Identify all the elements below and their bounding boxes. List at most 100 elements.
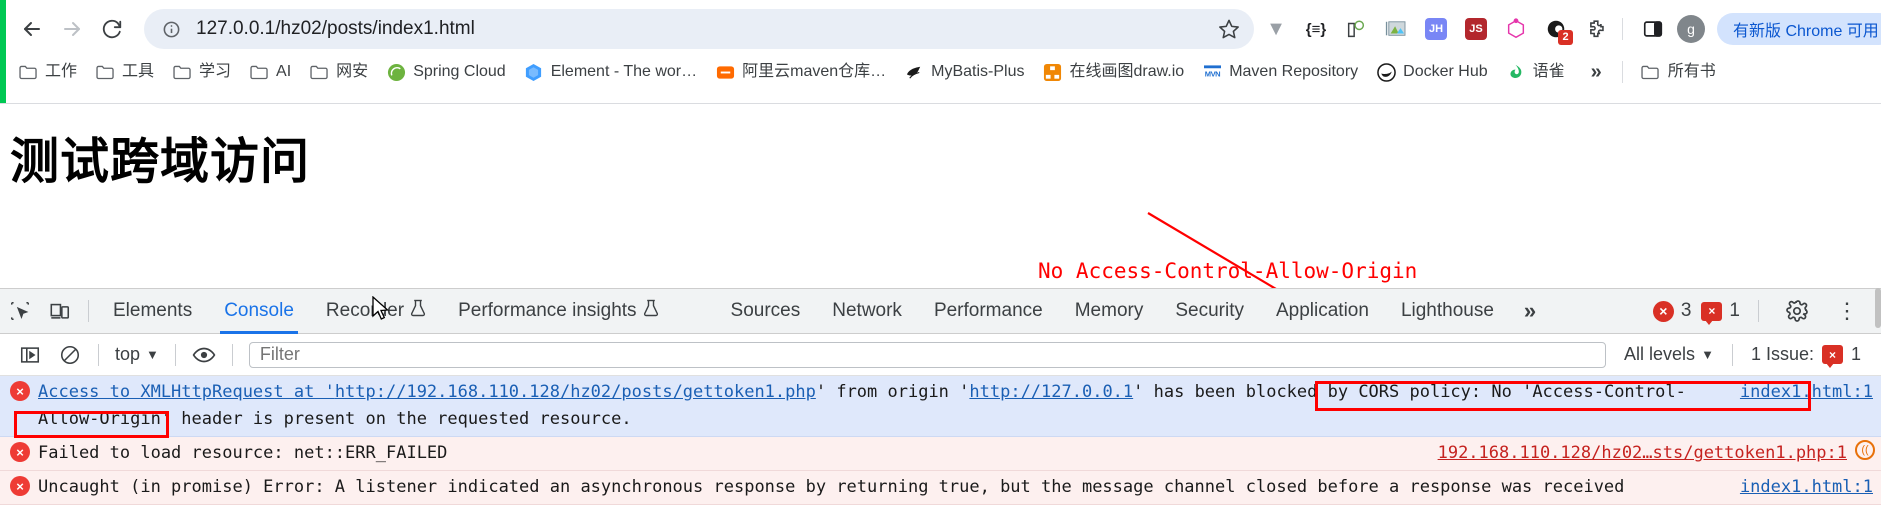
error-count-badge[interactable]: × 3 [1652, 300, 1691, 322]
console-message-row[interactable]: × Access to XMLHttpRequest at 'http://19… [0, 376, 1881, 437]
avatar[interactable]: g [1677, 15, 1705, 43]
json-viewer-icon[interactable]: {≡} [1298, 9, 1334, 49]
address-bar[interactable]: 127.0.0.1/hz02/posts/index1.html [144, 9, 1254, 49]
devtools-scrollbar[interactable] [1875, 288, 1881, 328]
tab-elements[interactable]: Elements [97, 289, 208, 334]
toolbar-divider [231, 343, 233, 366]
bookmark-item-element[interactable]: Element - The wor… [516, 57, 705, 87]
bookmark-label: 工作 [45, 63, 78, 80]
warning-count-badge[interactable]: × 1 [1701, 300, 1740, 325]
error-circle-icon: × [1652, 300, 1674, 322]
tab-label: Performance insights [458, 300, 637, 321]
tab-performance-insights[interactable]: Performance insights [442, 289, 674, 334]
toolbar-divider [1731, 343, 1733, 366]
forward-button[interactable] [52, 9, 92, 49]
request-url-link[interactable]: http://192.168.110.128/hz02/posts/gettok… [335, 382, 816, 402]
reload-button[interactable] [92, 9, 132, 49]
message-source-link[interactable]: index1.html:1 [1740, 474, 1881, 501]
bookmark-label: 学习 [199, 63, 232, 80]
bookmark-label: Maven Repository [1229, 63, 1359, 80]
bookmark-label: 阿里云maven仓库… [742, 63, 887, 80]
all-bookmarks-button[interactable]: 所有书 [1633, 57, 1724, 87]
search-input[interactable] [248, 341, 1607, 368]
page-viewport: 测试跨域访问 No Access-Control-Allow-Origin [0, 103, 1881, 288]
folder-icon [172, 62, 192, 82]
gear-icon[interactable] [1777, 291, 1817, 331]
tab-label: Memory [1074, 300, 1144, 321]
bookmarks-bar: 工作 工具 学习 AI 网安 Spring Cloud Element - Th… [0, 52, 1881, 92]
console-message-row[interactable]: × Uncaught (in promise) Error: A listene… [0, 471, 1881, 505]
bookmark-item-tools[interactable]: 工具 [87, 57, 162, 87]
three-dot-menu-icon[interactable]: ⋮ [1827, 291, 1867, 331]
tab-memory[interactable]: Memory [1059, 289, 1160, 334]
chrome-update-chip[interactable]: 有新版 Chrome 可用 [1717, 13, 1881, 45]
origin-url-link[interactable]: http://127.0.0.1 [969, 382, 1133, 402]
graphql-extension-icon[interactable] [1498, 9, 1534, 49]
inspect-element-icon[interactable] [0, 291, 40, 331]
tab-performance[interactable]: Performance [918, 289, 1059, 334]
tab-label: Application [1275, 300, 1369, 321]
console-message-text: Uncaught (in promise) Error: A listener … [38, 477, 1625, 497]
console-sidebar-icon[interactable] [10, 335, 50, 375]
folder-icon [95, 62, 115, 82]
bookmark-item-maven-repository[interactable]: MVN Maven Repository [1194, 57, 1366, 87]
bookmark-item-ai[interactable]: AI [241, 57, 299, 87]
wappalyzer-icon[interactable] [1338, 9, 1374, 49]
js-extension-icon[interactable]: JS [1458, 9, 1494, 49]
tab-lighthouse[interactable]: Lighthouse [1385, 289, 1510, 334]
message-source-link[interactable]: index1.html:1 [1740, 379, 1881, 433]
browser-toolbar: 127.0.0.1/hz02/posts/index1.html ▼ {≡} J… [0, 0, 1881, 58]
tab-application[interactable]: Application [1260, 289, 1385, 334]
bookmark-item-aliyun-maven[interactable]: 阿里云maven仓库… [707, 57, 894, 87]
bookmark-item-spring-cloud[interactable]: Spring Cloud [378, 57, 514, 87]
bookmark-item-work[interactable]: 工作 [10, 57, 85, 87]
clear-console-icon[interactable] [50, 335, 90, 375]
issues-indicator[interactable]: 1 Issue: × 1 [1741, 344, 1871, 368]
mouse-cursor [372, 296, 390, 320]
back-button[interactable] [12, 9, 52, 49]
bookmark-label: AI [276, 63, 292, 80]
more-tabs-button[interactable]: » [1510, 298, 1550, 324]
device-toolbar-icon[interactable] [40, 291, 80, 331]
bookmark-item-yuque[interactable]: 语雀 [1498, 57, 1573, 87]
bookmark-label: 语雀 [1532, 63, 1565, 80]
folder-icon [18, 62, 38, 82]
execution-context-label: top [115, 344, 141, 364]
star-icon[interactable] [1214, 14, 1244, 44]
bookmarks-overflow-button[interactable]: » [1581, 61, 1612, 84]
live-expression-eye-icon[interactable] [184, 335, 224, 375]
page-title: 测试跨域访问 [10, 133, 311, 190]
execution-context-selector[interactable]: top ▼ [107, 344, 167, 365]
folder-icon [1641, 62, 1661, 82]
screenshot-icon[interactable] [1378, 9, 1414, 49]
tab-security[interactable]: Security [1159, 289, 1260, 334]
error-circle-icon: × [10, 442, 30, 462]
console-message-text: Failed to load resource: net::ERR_FAILED [38, 443, 448, 463]
extension-badge-count: 2 [1558, 30, 1573, 45]
message-source-link[interactable]: 192.168.110.128/hz02…sts/gettoken1.php:1 [1438, 440, 1855, 467]
vue-devtools-icon[interactable]: ▼ [1258, 9, 1294, 49]
tab-network[interactable]: Network [816, 289, 918, 334]
devtools-status-area: × 3 × 1 ⋮ [1652, 291, 1881, 331]
bookmark-item-netsec[interactable]: 网安 [301, 57, 376, 87]
puzzle-extensions-icon[interactable] [1578, 9, 1614, 49]
bookmark-item-study[interactable]: 学习 [164, 57, 239, 87]
tab-sources[interactable]: Sources [715, 289, 817, 334]
log-levels-selector[interactable]: All levels ▼ [1614, 344, 1724, 365]
jh-extension-icon[interactable]: JH [1418, 9, 1454, 49]
bookmark-label: Docker Hub [1403, 63, 1488, 80]
tab-label: Lighthouse [1400, 300, 1494, 321]
side-panel-icon[interactable] [1635, 9, 1671, 49]
console-message-row[interactable]: × Failed to load resource: net::ERR_FAIL… [0, 437, 1881, 471]
bookmark-item-docker-hub[interactable]: Docker Hub [1368, 57, 1495, 87]
tampermonkey-icon[interactable]: 2 [1538, 9, 1574, 49]
tab-console[interactable]: Console [208, 289, 310, 334]
url-text[interactable]: 127.0.0.1/hz02/posts/index1.html [196, 9, 1214, 49]
tab-label: Console [224, 300, 294, 321]
bookmark-item-mybatis-plus[interactable]: MyBatis-Plus [896, 57, 1032, 87]
tab-label: Security [1175, 300, 1244, 321]
issue-speech-icon: × [1701, 301, 1723, 325]
site-info-icon[interactable] [158, 16, 184, 42]
bookmark-item-drawio[interactable]: 在线画图draw.io [1035, 57, 1193, 87]
network-icon[interactable]: (( [1855, 440, 1875, 460]
